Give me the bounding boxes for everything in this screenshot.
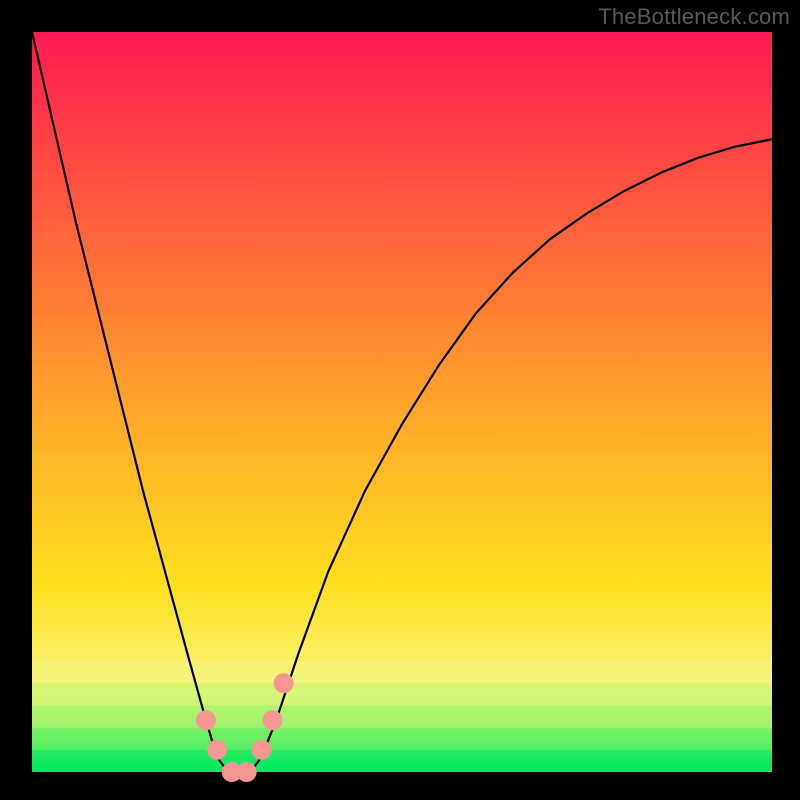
bottleneck-chart xyxy=(0,0,800,800)
data-marker-4 xyxy=(251,740,271,760)
data-marker-0 xyxy=(196,710,216,730)
attribution-label: TheBottleneck.com xyxy=(598,4,790,30)
data-marker-1 xyxy=(207,740,227,760)
data-marker-5 xyxy=(263,710,283,730)
chart-frame: TheBottleneck.com xyxy=(0,0,800,800)
data-marker-3 xyxy=(237,762,257,782)
data-marker-6 xyxy=(274,673,294,693)
